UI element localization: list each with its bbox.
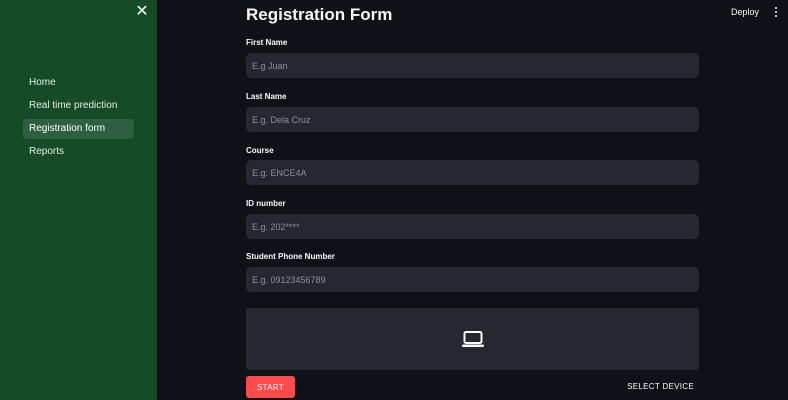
start-button[interactable]: START [246,376,295,398]
page-title: Registration Form [246,5,393,24]
course-input[interactable] [246,160,699,185]
last-name-label: Last Name [246,92,287,101]
sidebar-item-home[interactable]: Home [23,73,134,93]
sidebar-item-real-time-prediction[interactable]: Real time prediction [23,96,134,116]
sidebar-item-registration-form[interactable]: Registration form [23,119,134,139]
camera-preview [246,308,699,370]
first-name-input[interactable] [246,53,699,78]
laptop-icon [461,331,484,347]
id-number-label: ID number [246,199,286,208]
close-icon[interactable]: ✕ [134,4,150,20]
first-name-label: First Name [246,38,288,47]
select-device-button[interactable]: SELECT DEVICE [627,382,694,391]
sidebar: ✕ Home Real time prediction Registration… [0,0,157,400]
last-name-input[interactable] [246,107,699,132]
phone-number-label: Student Phone Number [246,252,335,261]
id-number-input[interactable] [246,214,699,239]
main-content: Deploy Registration Form First Name Last… [157,0,788,400]
course-label: Course [246,146,274,155]
sidebar-nav: Home Real time prediction Registration f… [23,73,134,165]
phone-number-input[interactable] [246,267,699,292]
kebab-menu-icon[interactable] [772,5,780,19]
sidebar-item-reports[interactable]: Reports [23,142,134,162]
deploy-button[interactable]: Deploy [731,7,759,17]
